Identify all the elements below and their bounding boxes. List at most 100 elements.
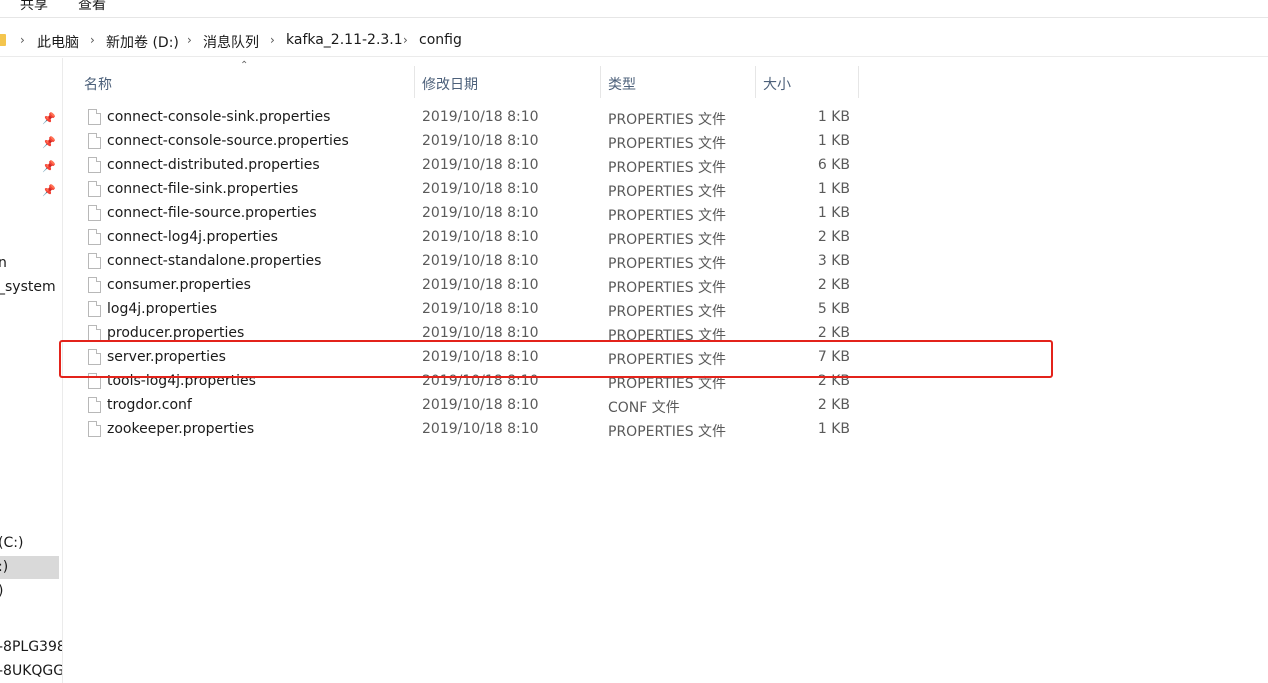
file-size: 1 KB xyxy=(817,133,850,149)
column-divider[interactable] xyxy=(858,66,859,98)
file-date: 2019/10/18 8:10 xyxy=(422,325,539,341)
chevron-right-icon[interactable]: › xyxy=(270,33,275,47)
pin-icon[interactable]: 📌 xyxy=(42,161,56,173)
file-date: 2019/10/18 8:10 xyxy=(422,157,539,173)
file-icon xyxy=(88,229,101,245)
file-size: 1 KB xyxy=(817,109,850,125)
file-size: 6 KB xyxy=(817,157,850,173)
file-date: 2019/10/18 8:10 xyxy=(422,253,539,269)
breadcrumb-drive-d[interactable]: 新加卷 (D:) xyxy=(106,32,179,52)
breadcrumb-kafka[interactable]: kafka_2.11-2.3.1 xyxy=(286,32,403,48)
file-size: 5 KB xyxy=(817,301,850,317)
folder-icon xyxy=(0,34,6,46)
chevron-right-icon[interactable]: › xyxy=(187,33,192,47)
file-size: 1 KB xyxy=(817,205,850,221)
file-size: 2 KB xyxy=(817,325,850,341)
file-icon xyxy=(88,133,101,149)
file-type: PROPERTIES 文件 xyxy=(608,256,727,272)
column-header-type[interactable]: 类型 xyxy=(600,66,755,98)
file-date: 2019/10/18 8:10 xyxy=(422,109,539,125)
file-row[interactable]: connect-file-source.properties 2019/10/1… xyxy=(80,202,860,226)
breadcrumb-message-queue[interactable]: 消息队列 xyxy=(203,32,259,52)
file-name: connect-console-sink.properties xyxy=(107,109,331,125)
pin-icon[interactable]: 📌 xyxy=(42,137,56,149)
file-name: connect-standalone.properties xyxy=(107,253,322,269)
pin-icon[interactable]: 📌 xyxy=(42,113,56,125)
chevron-right-icon[interactable]: › xyxy=(90,33,95,47)
file-icon xyxy=(88,325,101,341)
file-name: connect-file-sink.properties xyxy=(107,181,299,197)
file-row[interactable]: connect-distributed.properties 2019/10/1… xyxy=(80,154,860,178)
column-header-name[interactable]: 名称 xyxy=(76,66,414,98)
column-header-size[interactable]: 大小 xyxy=(755,66,858,98)
navigation-pane[interactable]: 📌 📌 📌 📌 n _system (C:) :) ) -8PLG398 -8U… xyxy=(0,58,63,683)
file-type: CONF 文件 xyxy=(608,400,680,416)
file-name: zookeeper.properties xyxy=(107,421,255,437)
file-size: 3 KB xyxy=(817,253,850,269)
ribbon-tabs: 共享 查看 xyxy=(0,0,1268,18)
file-row[interactable]: connect-console-source.properties 2019/1… xyxy=(80,130,860,154)
file-size: 2 KB xyxy=(817,229,850,245)
file-type: PROPERTIES 文件 xyxy=(608,112,727,128)
file-date: 2019/10/18 8:10 xyxy=(422,277,539,293)
file-date: 2019/10/18 8:10 xyxy=(422,229,539,245)
file-row[interactable]: connect-log4j.properties 2019/10/18 8:10… xyxy=(80,226,860,250)
file-type: PROPERTIES 文件 xyxy=(608,160,727,176)
file-icon xyxy=(88,205,101,221)
file-row[interactable]: connect-file-sink.properties 2019/10/18 … xyxy=(80,178,860,202)
nav-item[interactable]: n xyxy=(0,255,7,271)
file-type: PROPERTIES 文件 xyxy=(608,184,727,200)
file-icon xyxy=(88,277,101,293)
file-icon xyxy=(88,181,101,197)
file-row[interactable]: trogdor.conf 2019/10/18 8:10 CONF 文件 2 K… xyxy=(80,394,860,418)
file-row[interactable]: connect-console-sink.properties 2019/10/… xyxy=(80,106,860,130)
file-row[interactable]: log4j.properties 2019/10/18 8:10 PROPERT… xyxy=(80,298,860,322)
file-icon xyxy=(88,253,101,269)
chevron-right-icon[interactable]: › xyxy=(20,33,25,47)
breadcrumb-config[interactable]: config xyxy=(419,32,462,48)
file-date: 2019/10/18 8:10 xyxy=(422,181,539,197)
file-date: 2019/10/18 8:10 xyxy=(422,133,539,149)
tab-share[interactable]: 共享 xyxy=(20,0,48,14)
nav-item[interactable]: ) xyxy=(0,583,3,599)
column-header-date[interactable]: 修改日期 xyxy=(414,66,600,98)
file-type: PROPERTIES 文件 xyxy=(608,208,727,224)
nav-item-drive-d[interactable]: :) xyxy=(0,559,8,575)
address-bar[interactable]: › 此电脑 › 新加卷 (D:) › 消息队列 › kafka_2.11-2.3… xyxy=(0,26,1268,57)
nav-item-drive-c[interactable]: (C:) xyxy=(0,535,23,551)
file-icon xyxy=(88,421,101,437)
file-name: consumer.properties xyxy=(107,277,251,293)
file-type: PROPERTIES 文件 xyxy=(608,232,727,248)
nav-item-network-pc[interactable]: -8UKQGG xyxy=(0,663,62,679)
file-size: 2 KB xyxy=(817,277,850,293)
file-date: 2019/10/18 8:10 xyxy=(422,205,539,221)
file-row[interactable]: zookeeper.properties 2019/10/18 8:10 PRO… xyxy=(80,418,860,442)
file-row[interactable]: connect-standalone.properties 2019/10/18… xyxy=(80,250,860,274)
file-date: 2019/10/18 8:10 xyxy=(422,421,539,437)
chevron-right-icon[interactable]: › xyxy=(403,33,408,47)
file-size: 1 KB xyxy=(817,421,850,437)
file-name: trogdor.conf xyxy=(107,397,192,413)
file-icon xyxy=(88,397,101,413)
file-row[interactable]: consumer.properties 2019/10/18 8:10 PROP… xyxy=(80,274,860,298)
pin-icon[interactable]: 📌 xyxy=(42,185,56,197)
file-type: PROPERTIES 文件 xyxy=(608,136,727,152)
file-date: 2019/10/18 8:10 xyxy=(422,301,539,317)
file-name: connect-log4j.properties xyxy=(107,229,278,245)
file-name: connect-distributed.properties xyxy=(107,157,320,173)
file-type: PROPERTIES 文件 xyxy=(608,304,727,320)
file-name: producer.properties xyxy=(107,325,245,341)
tab-view[interactable]: 查看 xyxy=(78,0,106,14)
file-name: connect-file-source.properties xyxy=(107,205,317,221)
nav-item[interactable]: _system xyxy=(0,279,56,295)
nav-item-selected-bg xyxy=(0,556,59,579)
file-icon xyxy=(88,301,101,317)
file-icon xyxy=(88,157,101,173)
file-size: 2 KB xyxy=(817,397,850,413)
file-size: 1 KB xyxy=(817,181,850,197)
file-name: connect-console-source.properties xyxy=(107,133,349,149)
nav-item-network-pc[interactable]: -8PLG398 xyxy=(0,639,62,655)
breadcrumb-this-pc[interactable]: 此电脑 xyxy=(37,32,79,52)
file-type: PROPERTIES 文件 xyxy=(608,280,727,296)
file-date: 2019/10/18 8:10 xyxy=(422,397,539,413)
